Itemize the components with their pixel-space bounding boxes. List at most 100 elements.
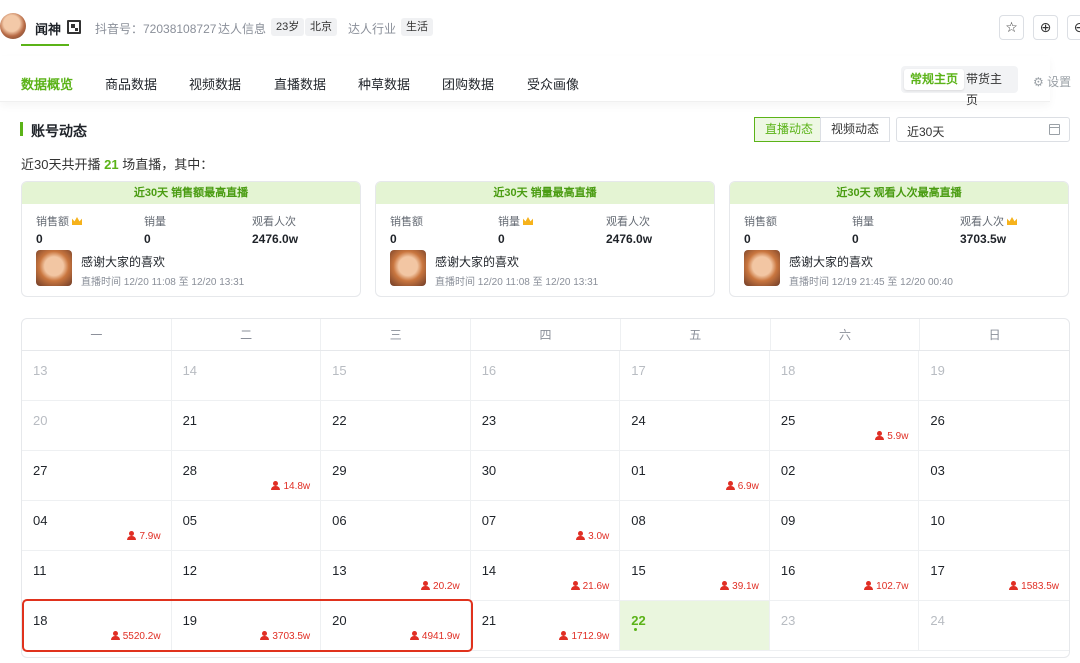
tab-video-data[interactable]: 视频数据	[189, 74, 241, 93]
settings-link[interactable]: ⚙ 设置	[1033, 73, 1071, 90]
calendar-day[interactable]: 23	[470, 401, 621, 451]
summary-suffix: 场直播，其中：	[122, 157, 214, 172]
calendar-day[interactable]: 14	[171, 351, 322, 401]
top-sales-live-card[interactable]: 近30天 销售额最高直播 销售额 0 销量 0 观看人次 2476.0w 感谢大家的喜…	[21, 181, 361, 297]
stat-label: 销量	[498, 216, 520, 228]
calendar-day[interactable]: 07 3.0w	[470, 501, 621, 551]
calendar-day[interactable]: 26	[919, 401, 1069, 451]
day-number: 21	[481, 613, 497, 628]
calendar-day[interactable]: 04 7.9w	[22, 501, 172, 551]
calendar-day[interactable]: 30	[470, 451, 621, 501]
viewer-count[interactable]: 14.8w	[271, 481, 310, 492]
viewer-count[interactable]: 1583.5w	[1009, 581, 1059, 592]
live-thumbnail[interactable]	[36, 250, 72, 286]
calendar-day[interactable]: 10	[919, 501, 1069, 551]
calendar-day[interactable]: 18 5520.2w	[22, 601, 172, 651]
viewer-count[interactable]: 4941.9w	[409, 631, 460, 642]
calendar-day[interactable]: 29	[321, 451, 471, 501]
goods-page-button[interactable]: 带货主页	[960, 69, 1018, 107]
tab-seeding-data[interactable]: 种草数据	[358, 74, 410, 93]
calendar-day[interactable]: 21	[171, 401, 322, 451]
calendar-day[interactable]: 03	[919, 451, 1069, 501]
day-number: 13	[332, 563, 347, 578]
calendar-day[interactable]: 23	[769, 601, 920, 651]
calendar-day[interactable]: 08	[620, 501, 770, 551]
calendar-day[interactable]: 19 3703.5w	[171, 601, 322, 651]
calendar-day[interactable]: 05	[171, 501, 322, 551]
person-icon	[875, 431, 885, 440]
calendar-day[interactable]: 11	[22, 551, 172, 601]
live-title[interactable]: 感谢大家的喜欢	[81, 253, 165, 270]
calendar-day[interactable]: 13	[22, 351, 172, 401]
calendar-day[interactable]: 14 21.6w	[470, 551, 621, 601]
summary-prefix: 近30天共开播	[21, 157, 101, 172]
minus-circle-icon[interactable]: ⊖	[1067, 15, 1080, 40]
day-number: 26	[930, 413, 945, 428]
tab-audience-profile[interactable]: 受众画像	[527, 74, 579, 93]
summary-count: 21	[104, 157, 119, 172]
filter-live-button[interactable]: 直播动态	[754, 117, 825, 142]
influencer-info-label: 达人信息	[218, 22, 267, 36]
viewer-count[interactable]: 6.9w	[725, 481, 759, 492]
calendar-day[interactable]: 16 102.7w	[769, 551, 920, 601]
calendar-day[interactable]: 13 20.2w	[321, 551, 471, 601]
viewer-count[interactable]: 5.9w	[875, 431, 908, 442]
viewer-count[interactable]: 7.9w	[127, 531, 161, 542]
calendar-day[interactable]: 20	[22, 401, 172, 451]
tab-live-data[interactable]: 直播数据	[274, 74, 326, 93]
calendar-day[interactable]: 19	[919, 351, 1069, 401]
tab-group-buy-data[interactable]: 团购数据	[442, 74, 494, 93]
filter-video-button[interactable]: 视频动态	[820, 117, 891, 142]
calendar-day[interactable]: 15	[321, 351, 471, 401]
calendar-day[interactable]: 25 5.9w	[769, 401, 920, 451]
day-number: 25	[780, 413, 796, 428]
tab-overview[interactable]: 数据概览	[21, 74, 73, 93]
calendar-day[interactable]: 27	[22, 451, 172, 501]
calendar-day[interactable]: 20 4941.9w	[321, 601, 471, 651]
tab-product-data[interactable]: 商品数据	[105, 74, 157, 93]
calendar-day[interactable]: 15 39.1w	[620, 551, 770, 601]
viewer-count[interactable]: 1712.9w	[559, 631, 609, 642]
regular-page-button[interactable]: 常规主页	[904, 69, 965, 90]
calendar-day[interactable]: 18	[769, 351, 920, 401]
calendar-day[interactable]: 06	[321, 501, 471, 551]
calendar-day[interactable]: 02	[769, 451, 920, 501]
calendar-day[interactable]: 17	[620, 351, 770, 401]
calendar-day[interactable]: 24	[919, 601, 1069, 651]
plus-circle-icon[interactable]: ⊕	[1033, 15, 1058, 40]
stat-label: 观看人次	[252, 216, 296, 228]
viewer-count[interactable]: 20.2w	[421, 581, 460, 592]
calendar-day[interactable]: 01 6.9w	[620, 451, 770, 501]
live-title[interactable]: 感谢大家的喜欢	[789, 253, 873, 270]
live-title[interactable]: 感谢大家的喜欢	[435, 253, 519, 270]
date-range-select[interactable]: 近30天	[896, 117, 1070, 142]
star-icon[interactable]: ☆	[999, 15, 1024, 40]
calendar-day[interactable]: 28 14.8w	[171, 451, 322, 501]
calendar-day[interactable]: 12	[171, 551, 322, 601]
stat-viewers: 观看人次 2476.0w	[606, 213, 652, 246]
viewer-count[interactable]: 21.6w	[570, 581, 609, 592]
calendar-day[interactable]: 09	[769, 501, 920, 551]
live-thumbnail[interactable]	[744, 250, 780, 286]
stat-label: 销量	[144, 216, 166, 228]
calendar-day-today[interactable]: 22	[620, 601, 770, 651]
top-volume-live-card[interactable]: 近30天 销量最高直播 销售额 0 销量 0 观看人次 2476.0w 感谢大家的喜欢…	[375, 181, 715, 297]
calendar-day[interactable]: 16	[470, 351, 621, 401]
section-title: 账号动态	[31, 123, 87, 139]
viewer-count[interactable]: 102.7w	[864, 581, 908, 592]
viewer-count[interactable]: 5520.2w	[110, 631, 161, 642]
person-icon	[864, 581, 874, 590]
viewer-count[interactable]: 3.0w	[576, 531, 609, 542]
calendar-day[interactable]: 22	[321, 401, 471, 451]
calendar-day[interactable]: 24	[620, 401, 770, 451]
viewer-count[interactable]: 39.1w	[720, 581, 759, 592]
avatar[interactable]	[0, 13, 26, 39]
stat-viewers: 观看人次 3703.5w	[960, 213, 1017, 246]
calendar-day[interactable]: 21 1712.9w	[470, 601, 621, 651]
calendar-day[interactable]: 17 1583.5w	[919, 551, 1069, 601]
top-viewers-live-card[interactable]: 近30天 观看人次最高直播 销售额 0 销量 0 观看人次 3703.5w 感谢大家的…	[729, 181, 1069, 297]
viewer-count[interactable]: 3703.5w	[260, 631, 310, 642]
qr-code-icon[interactable]	[67, 20, 81, 34]
stat-sales-volume: 销量 0	[852, 213, 874, 246]
live-thumbnail[interactable]	[390, 250, 426, 286]
